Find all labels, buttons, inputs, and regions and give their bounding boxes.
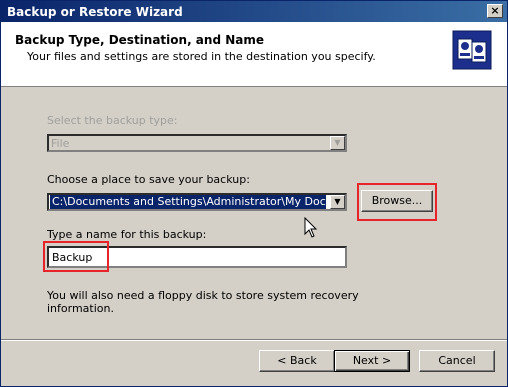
title-bar[interactable]: Backup or Restore Wizard × <box>1 1 507 22</box>
page-title: Backup Type, Destination, and Name <box>15 33 264 47</box>
backup-wizard-window: Backup or Restore Wizard × Backup Type, … <box>0 0 508 387</box>
floppy-info-text-line1: You will also need a floppy disk to stor… <box>47 289 359 302</box>
floppy-info-text-line2: information. <box>47 302 114 315</box>
wizard-header: Backup Type, Destination, and Name Your … <box>1 22 507 87</box>
cancel-button[interactable]: Cancel <box>419 350 495 372</box>
mouse-cursor-icon <box>304 217 318 238</box>
browse-button[interactable]: Browse... <box>361 190 433 212</box>
chevron-down-icon: ▼ <box>330 136 345 150</box>
backup-wizard-icon <box>452 30 492 70</box>
page-subtitle: Your files and settings are stored in th… <box>27 50 376 63</box>
backup-place-value[interactable]: C:\Documents and Settings\Administrator\… <box>50 195 326 209</box>
back-button[interactable]: < Back <box>259 350 335 372</box>
backup-name-input[interactable]: Backup <box>47 246 347 268</box>
window-title: Backup or Restore Wizard <box>7 5 183 19</box>
backup-type-combo: File ▼ <box>47 134 347 152</box>
backup-type-value: File <box>51 137 70 150</box>
next-button[interactable]: Next > <box>334 350 410 372</box>
backup-place-label: Choose a place to save your backup: <box>47 173 250 186</box>
close-button[interactable]: × <box>487 4 503 18</box>
chevron-down-icon[interactable]: ▼ <box>330 195 345 209</box>
backup-type-label: Select the backup type: <box>47 114 178 127</box>
backup-place-combo[interactable]: C:\Documents and Settings\Administrator\… <box>47 193 347 211</box>
footer-divider <box>1 339 507 341</box>
backup-name-label: Type a name for this backup: <box>47 228 207 241</box>
backup-name-value: Backup <box>52 251 93 264</box>
